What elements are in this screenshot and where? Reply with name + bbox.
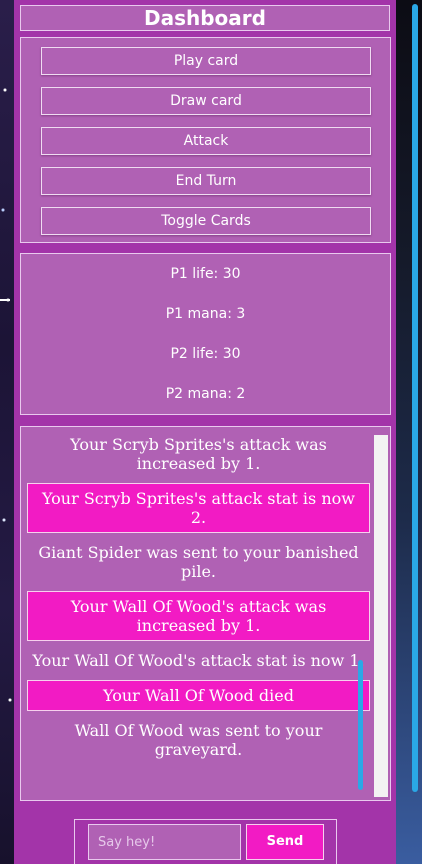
game-log[interactable]: Your Scryb Sprites's attack was increase… <box>20 426 391 801</box>
end-turn-button[interactable]: End Turn <box>41 167 371 195</box>
log-scrollbar-track[interactable] <box>374 435 388 797</box>
draw-card-button[interactable]: Draw card <box>41 87 371 115</box>
p1-mana: P1 mana: 3 <box>165 306 246 322</box>
toggle-cards-button[interactable]: Toggle Cards <box>41 207 371 235</box>
controls-box: Play card Draw card Attack End Turn Togg… <box>20 37 391 243</box>
log-message-highlighted: Your Wall Of Wood's attack was increased… <box>27 591 370 641</box>
log-scrollbar-thumb[interactable] <box>358 660 363 790</box>
log-message: Your Wall Of Wood's attack stat is now 1… <box>32 651 365 670</box>
cursor-marker <box>0 299 10 301</box>
chat-input[interactable] <box>88 824 241 860</box>
log-message: Wall Of Wood was sent to your graveyard. <box>74 721 323 759</box>
page-edge <box>396 0 422 864</box>
page-scrollbar[interactable] <box>412 4 418 792</box>
play-card-button[interactable]: Play card <box>41 47 371 75</box>
send-button[interactable]: Send <box>246 824 324 860</box>
stats-box: P1 life: 30 P1 mana: 3 P2 life: 30 P2 ma… <box>20 253 391 415</box>
game-log-list: Your Scryb Sprites's attack was increase… <box>27 433 370 769</box>
p1-life: P1 life: 30 <box>170 266 241 282</box>
log-message: Giant Spider was sent to your banished p… <box>38 543 359 581</box>
dashboard-title: Dashboard <box>20 5 390 31</box>
log-message: Your Scryb Sprites's attack was increase… <box>70 435 327 473</box>
p2-mana: P2 mana: 2 <box>165 386 246 402</box>
log-message-highlighted: Your Scryb Sprites's attack stat is now … <box>27 483 370 533</box>
attack-button[interactable]: Attack <box>41 127 371 155</box>
chat-bar: Send <box>74 819 337 864</box>
p2-life: P2 life: 30 <box>170 346 241 362</box>
log-message-highlighted: Your Wall Of Wood died <box>27 680 370 711</box>
